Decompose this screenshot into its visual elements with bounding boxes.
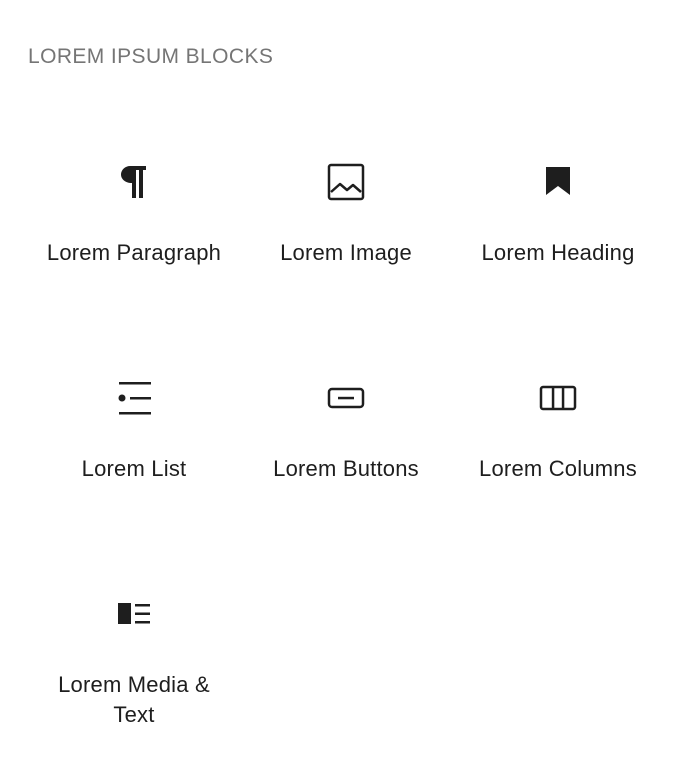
block-label: Lorem Buttons	[273, 456, 419, 481]
block-grid: Lorem Paragraph Lorem Image Lorem Headin…	[28, 132, 664, 780]
paragraph-icon	[110, 158, 158, 206]
block-item-paragraph[interactable]: Lorem Paragraph	[28, 132, 240, 348]
list-icon	[110, 374, 158, 422]
block-item-media-text[interactable]: Lorem Media & Text	[28, 564, 240, 780]
block-item-buttons[interactable]: Lorem Buttons	[240, 348, 452, 564]
block-item-list[interactable]: Lorem List	[28, 348, 240, 564]
block-label: Lorem List	[81, 456, 187, 481]
block-label: Lorem Paragraph	[46, 240, 222, 265]
block-item-heading[interactable]: Lorem Heading	[452, 132, 664, 348]
block-label: Lorem Media & Text	[58, 672, 210, 727]
bookmark-icon	[534, 158, 582, 206]
button-icon	[322, 374, 370, 422]
image-icon	[322, 158, 370, 206]
block-label: Lorem Columns	[479, 456, 637, 481]
block-item-image[interactable]: Lorem Image	[240, 132, 452, 348]
block-inserter-panel: LOREM IPSUM BLOCKS Lorem Paragraph Lorem…	[0, 0, 692, 784]
block-label: Lorem Heading	[481, 240, 635, 265]
columns-icon	[534, 374, 582, 422]
block-label: Lorem Image	[280, 240, 412, 265]
block-item-columns[interactable]: Lorem Columns	[452, 348, 664, 564]
media-text-icon	[110, 590, 158, 638]
section-title: LOREM IPSUM BLOCKS	[28, 45, 274, 68]
